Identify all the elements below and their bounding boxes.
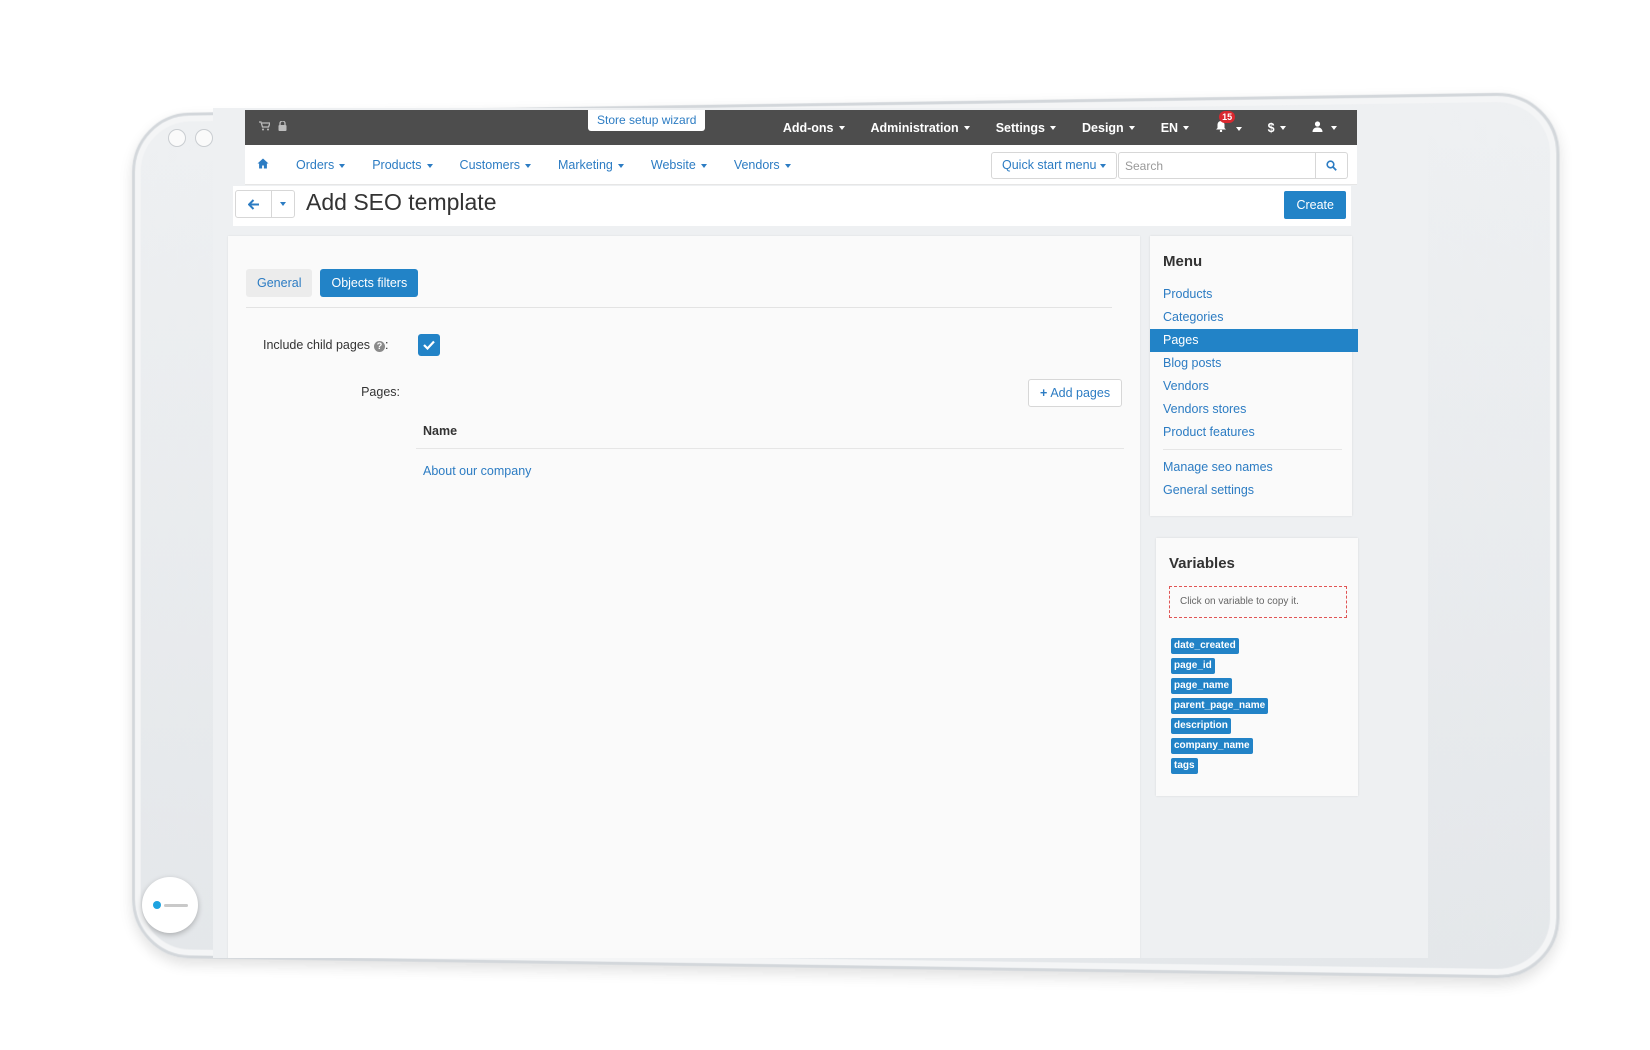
checkmark-icon <box>423 340 435 350</box>
search-button[interactable] <box>1315 152 1348 179</box>
nav-marketing[interactable]: Marketing <box>558 158 624 172</box>
nav-products[interactable]: Products <box>372 158 432 172</box>
variable-tag[interactable]: tags <box>1171 758 1198 774</box>
main-nav: Orders Products Customers Marketing Webs… <box>245 145 1357 185</box>
help-icon[interactable]: ? <box>374 341 386 352</box>
back-dropdown-toggle[interactable] <box>272 191 294 217</box>
page-header: Add SEO template Create <box>233 186 1351 226</box>
include-child-pages-checkbox[interactable] <box>418 334 440 356</box>
back-button[interactable] <box>236 191 272 217</box>
top-bar: Store setup wizard Add-ons Administratio… <box>245 110 1357 145</box>
sidebar-item-vendors-stores[interactable]: Vendors stores <box>1150 398 1352 421</box>
variables-title: Variables <box>1169 555 1235 572</box>
nav-orders[interactable]: Orders <box>296 158 345 172</box>
tab-objects-filters[interactable]: Objects filters <box>320 269 419 297</box>
sidebar-item-pages[interactable]: Pages <box>1150 329 1358 352</box>
menu-design[interactable]: Design <box>1082 121 1135 135</box>
quick-start-menu-button[interactable]: Quick start menu <box>991 152 1118 179</box>
arrow-left-icon <box>247 198 259 210</box>
nav-customers[interactable]: Customers <box>460 158 531 172</box>
store-setup-wizard-button[interactable]: Store setup wizard <box>588 110 706 131</box>
search-icon <box>1326 160 1337 171</box>
logo-icon <box>152 901 161 909</box>
variables-hint: Click on variable to copy it. <box>1169 586 1347 618</box>
variables-panel: Variables Click on variable to copy it. … <box>1156 538 1358 796</box>
pages-label: Pages: <box>361 385 400 399</box>
menu-settings[interactable]: Settings <box>996 121 1056 135</box>
back-button-group <box>235 190 295 218</box>
variable-tag[interactable]: description <box>1171 718 1231 734</box>
nav-vendors[interactable]: Vendors <box>734 158 791 172</box>
search-input[interactable] <box>1118 152 1316 179</box>
variable-tag[interactable]: parent_page_name <box>1171 698 1269 714</box>
sidebar-item-blog-posts[interactable]: Blog posts <box>1150 352 1352 375</box>
screen: Store setup wizard Add-ons Administratio… <box>213 108 1428 958</box>
logo-wordmark <box>163 903 188 907</box>
add-pages-button[interactable]: + Add pages <box>1028 379 1123 407</box>
name-column-header: Name <box>423 424 458 438</box>
add-pages-label: Add pages <box>1050 386 1111 400</box>
menu-title: Menu <box>1163 253 1203 270</box>
table-divider <box>416 448 1124 449</box>
home-icon[interactable] <box>257 158 269 172</box>
user-icon <box>1312 120 1323 132</box>
variable-tag[interactable]: page_id <box>1171 658 1215 674</box>
menu-panel: Menu Products Categories Pages Blog post… <box>1150 236 1358 516</box>
cart-icon[interactable] <box>259 121 271 134</box>
menu-administration[interactable]: Administration <box>871 121 970 135</box>
page-title: Add SEO template <box>306 189 497 215</box>
lock-icon[interactable] <box>278 120 287 134</box>
sidebar-item-general-settings[interactable]: General settings <box>1150 479 1352 502</box>
sidebar-item-products[interactable]: Products <box>1150 283 1352 306</box>
window-dot <box>168 129 186 147</box>
variable-tag[interactable]: company_name <box>1171 738 1253 754</box>
sidebar-item-categories[interactable]: Categories <box>1150 306 1352 329</box>
home-button[interactable] <box>142 877 198 933</box>
variable-tag[interactable]: page_name <box>1171 678 1233 694</box>
nav-website[interactable]: Website <box>651 158 707 172</box>
table-row-link[interactable]: About our company <box>423 464 531 478</box>
menu-addons[interactable]: Add-ons <box>783 121 845 135</box>
window-dot <box>195 129 213 147</box>
divider <box>246 307 1112 308</box>
menu-separator <box>1163 449 1342 450</box>
variable-tag[interactable]: date_created <box>1171 638 1239 654</box>
notifications-badge: 15 <box>1219 111 1236 123</box>
plus-icon: + <box>1040 386 1048 400</box>
tab-general[interactable]: General <box>246 269 313 297</box>
create-button[interactable]: Create <box>1284 191 1346 219</box>
sidebar-item-manage-seo-names[interactable]: Manage seo names <box>1150 456 1352 479</box>
notifications-button[interactable]: 15 <box>1215 111 1241 135</box>
sidebar-item-vendors[interactable]: Vendors <box>1150 375 1352 398</box>
language-selector[interactable]: EN <box>1161 121 1189 135</box>
main-content: General Objects filters Include child pa… <box>228 236 1140 958</box>
sidebar-item-product-features[interactable]: Product features <box>1150 421 1352 444</box>
tabs: General Objects filters <box>246 269 419 297</box>
currency-selector[interactable]: $ <box>1268 121 1286 135</box>
include-child-pages-label: Include child pages?: <box>263 338 389 352</box>
user-menu[interactable] <box>1312 120 1337 135</box>
include-child-pages-text: Include child pages <box>263 338 371 352</box>
